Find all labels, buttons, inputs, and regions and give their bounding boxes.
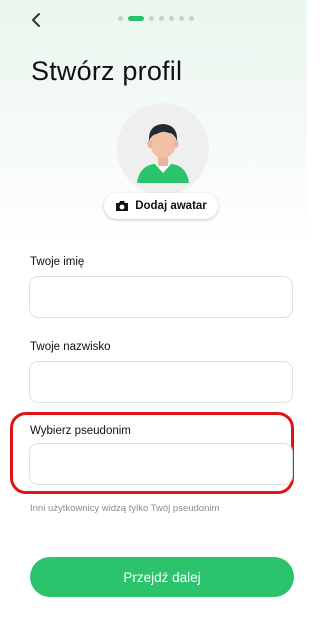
nickname-input[interactable] <box>29 443 293 485</box>
progress-dot <box>149 15 154 21</box>
progress-dot <box>179 15 184 21</box>
avatar[interactable] <box>117 103 209 195</box>
last-name-label: Twoje nazwisko <box>30 341 111 353</box>
progress-dot <box>118 15 123 21</box>
progress-dot-active <box>128 15 144 21</box>
progress-dot <box>189 15 194 21</box>
add-avatar-label: Dodaj awatar <box>135 200 207 212</box>
next-button[interactable]: Przejdź dalej <box>30 557 294 597</box>
back-button[interactable] <box>24 8 48 32</box>
nickname-label: Wybierz pseudonim <box>30 425 131 437</box>
last-name-input[interactable] <box>29 361 293 403</box>
camera-icon <box>116 201 129 211</box>
chevron-left-icon <box>32 13 40 27</box>
progress-dot <box>159 15 164 21</box>
profile-screen: Stwórz profil Dodaj awatar Twoje imię Tw… <box>0 0 307 622</box>
progress-dot <box>169 15 174 21</box>
first-name-input[interactable] <box>29 276 293 318</box>
first-name-label: Twoje imię <box>30 256 85 268</box>
person-avatar-icon <box>137 124 189 183</box>
nickname-hint: Inni użytkownicy widzą tylko Twój pseudo… <box>30 503 220 514</box>
add-avatar-button[interactable]: Dodaj awatar <box>104 193 218 219</box>
page-title: Stwórz profil <box>31 56 183 86</box>
progress-indicator <box>118 15 194 21</box>
